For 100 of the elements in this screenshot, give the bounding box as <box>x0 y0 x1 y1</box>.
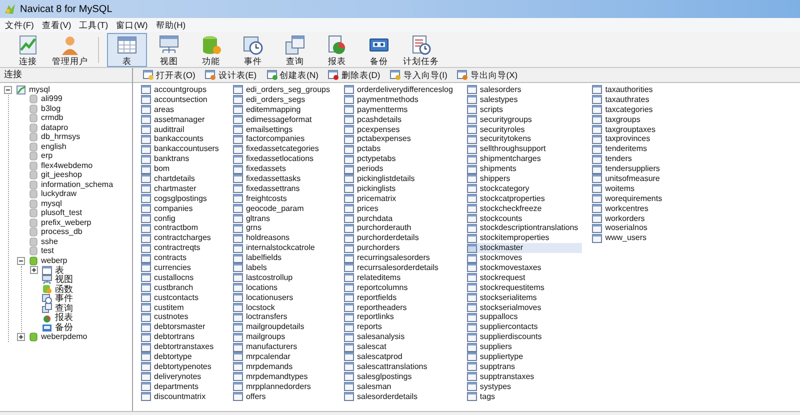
toolbar-button[interactable]: 计划任务 <box>401 33 441 67</box>
table-item[interactable]: audittrail <box>141 124 223 134</box>
table-item[interactable]: companies <box>141 204 223 214</box>
table-item[interactable]: stockdescriptiontranslations <box>466 223 582 234</box>
table-item[interactable]: supptranstaxes <box>466 372 582 382</box>
table-item[interactable]: mailgroupdetails <box>232 322 334 332</box>
table-item[interactable]: supptrans <box>466 362 582 372</box>
toolbar-button[interactable]: 备份 <box>359 33 399 67</box>
table-item[interactable]: salesman <box>344 382 457 392</box>
table-item[interactable]: freightcosts <box>232 194 334 204</box>
table-item[interactable]: factorcompanies <box>232 134 334 144</box>
table-item[interactable]: securitygroups <box>466 114 582 125</box>
table-item[interactable]: emailsettings <box>232 124 334 134</box>
table-item[interactable]: fixedassets <box>232 164 334 174</box>
table-item[interactable]: pickinglists <box>344 184 457 194</box>
table-item[interactable]: workcentres <box>592 204 666 214</box>
table-item[interactable]: loctransfers <box>232 312 334 322</box>
table-item[interactable]: stockmaster <box>466 243 582 254</box>
table-item[interactable]: stockcounts <box>466 214 582 224</box>
tree-item[interactable]: db_hrmsys <box>41 133 80 142</box>
table-item[interactable]: stockrequestitems <box>466 282 582 293</box>
table-item[interactable]: bankaccounts <box>141 134 223 144</box>
table-item[interactable]: tags <box>466 392 582 402</box>
table-item[interactable]: salesorderdetails <box>344 392 457 402</box>
tree-item[interactable]: 备份 <box>55 322 73 332</box>
table-item[interactable]: suppallocs <box>466 312 582 322</box>
toolbar-button[interactable]: 功能 <box>191 33 231 67</box>
table-item[interactable]: stockrequest <box>466 272 582 283</box>
table-item[interactable]: editemmapping <box>232 104 334 115</box>
table-item[interactable]: areas <box>141 104 223 115</box>
collapse-icon[interactable] <box>4 86 12 94</box>
table-item[interactable]: gltrans <box>232 214 334 224</box>
table-item[interactable]: reports <box>344 322 457 332</box>
table-item[interactable]: pricematrix <box>344 194 457 204</box>
table-item[interactable]: reportfields <box>344 292 457 303</box>
table-item[interactable]: taxauthorities <box>592 85 666 95</box>
table-item[interactable]: currencies <box>141 263 223 273</box>
menu-item[interactable]: 窗口(W) <box>115 18 149 32</box>
tree-item[interactable]: 视图 <box>55 275 73 284</box>
table-item[interactable]: edimessageformat <box>232 114 334 125</box>
tree-item[interactable]: 函数 <box>55 284 73 294</box>
table-item[interactable]: worequirements <box>592 194 666 204</box>
table-item[interactable]: debtortype <box>141 352 223 362</box>
table-item[interactable]: taxprovinces <box>592 134 666 144</box>
table-item[interactable]: config <box>141 214 223 224</box>
table-item[interactable]: securitytokens <box>466 134 582 144</box>
table-item[interactable]: tenderitems <box>592 144 666 154</box>
table-item[interactable]: shipments <box>466 164 582 174</box>
tree-item[interactable]: git_jeeshop <box>41 171 82 180</box>
table-item[interactable]: shipmentcharges <box>466 154 582 164</box>
table-item[interactable]: contractbom <box>141 223 223 234</box>
toolbar-button[interactable]: 打开表(O) <box>141 68 198 82</box>
table-item[interactable]: stockcheckfreeze <box>466 204 582 214</box>
tree-item[interactable]: 查询 <box>55 304 73 313</box>
table-item[interactable]: systypes <box>466 382 582 392</box>
table-item[interactable]: purchorderdetails <box>344 233 457 244</box>
table-item[interactable]: unitsofmeasure <box>592 174 666 184</box>
table-item[interactable]: mrpcalendar <box>232 352 334 362</box>
table-item[interactable]: stockcategory <box>466 184 582 194</box>
table-item[interactable]: stockitemproperties <box>466 233 582 244</box>
table-item[interactable]: recurringsalesorders <box>344 253 457 264</box>
table-item[interactable]: taxcategories <box>592 104 666 115</box>
table-item[interactable]: recurrsalesorderdetails <box>344 263 457 273</box>
tree-item[interactable]: plusoft_test <box>41 209 82 218</box>
table-item[interactable]: debtorsmaster <box>141 322 223 332</box>
table-item[interactable]: pctabs <box>344 144 457 154</box>
tree-item[interactable]: weberpdemo <box>41 332 88 341</box>
table-item[interactable]: custitem <box>141 302 223 312</box>
table-item[interactable]: salesorders <box>466 85 582 95</box>
table-item[interactable]: chartdetails <box>141 174 223 184</box>
table-item[interactable]: bankaccountusers <box>141 144 223 154</box>
table-item[interactable]: relateditems <box>344 272 457 283</box>
table-item[interactable]: pctabexpenses <box>344 134 457 144</box>
table-item[interactable]: prices <box>344 204 457 214</box>
table-item[interactable]: stockserialitems <box>466 292 582 303</box>
toolbar-button[interactable]: 连接 <box>8 33 48 67</box>
table-item[interactable]: debtortypenotes <box>141 362 223 372</box>
table-item[interactable]: deliverynotes <box>141 372 223 382</box>
table-item[interactable]: reportheaders <box>344 302 457 312</box>
table-item[interactable]: tenders <box>592 154 666 164</box>
tree-item[interactable]: 事件 <box>55 294 73 304</box>
tree-item[interactable]: luckydraw <box>41 190 77 198</box>
toolbar-button[interactable]: 查询 <box>275 33 315 67</box>
expand-icon[interactable] <box>30 266 38 274</box>
table-item[interactable]: fixedassettasks <box>232 174 334 184</box>
table-item[interactable]: mailgroups <box>232 332 334 342</box>
table-item[interactable]: accountsection <box>141 94 223 105</box>
table-item[interactable]: reportlinks <box>344 312 457 322</box>
table-item[interactable]: contractreqts <box>141 243 223 254</box>
menu-item[interactable]: 文件(F) <box>4 18 35 32</box>
menu-item[interactable]: 查看(V) <box>40 18 72 32</box>
table-item[interactable]: taxgroups <box>592 114 666 125</box>
table-item[interactable]: cogsglpostings <box>141 194 223 204</box>
table-item[interactable]: custcontacts <box>141 292 223 303</box>
table-item[interactable]: mrpplannedorders <box>232 382 334 392</box>
tree-item[interactable]: flex4webdemo <box>41 162 93 170</box>
table-item[interactable]: departments <box>141 382 223 392</box>
tree-item[interactable]: 表 <box>55 266 64 275</box>
table-item[interactable]: accountgroups <box>141 85 223 95</box>
tree-item[interactable]: english <box>41 142 66 151</box>
